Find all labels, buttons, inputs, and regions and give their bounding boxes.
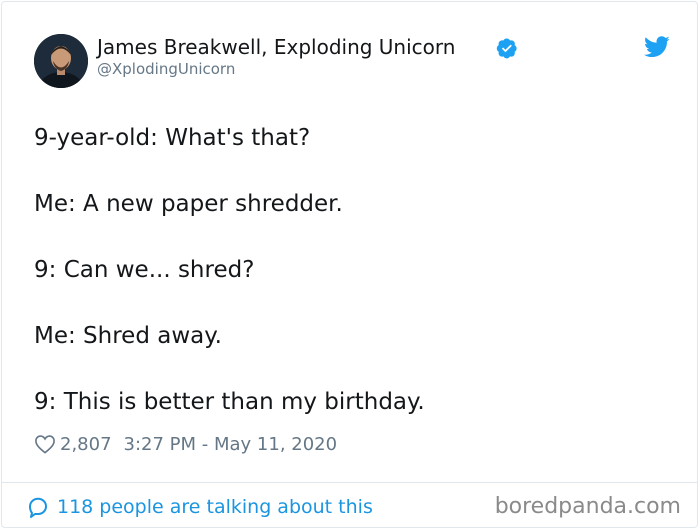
author-name[interactable]: James Breakwell, Exploding Unicorn xyxy=(97,34,455,60)
verified-badge-icon xyxy=(496,38,517,59)
tweet-text-line: 9: This is better than my birthday. xyxy=(34,389,425,415)
avatar-image xyxy=(34,34,88,88)
conversation-text[interactable]: 118 people are talking about this xyxy=(57,496,373,518)
tweet-text-line: Me: A new paper shredder. xyxy=(34,191,343,217)
tweet-text-line: 9-year-old: What's that? xyxy=(34,125,311,151)
speech-bubble-icon xyxy=(29,497,47,518)
twitter-bird-icon[interactable] xyxy=(644,36,670,58)
watermark: boredpanda.com xyxy=(494,494,681,519)
tweet-card: James Breakwell, Exploding Unicorn @Xplo… xyxy=(1,1,698,528)
heart-icon[interactable] xyxy=(34,434,56,454)
author-handle[interactable]: @XplodingUnicorn xyxy=(97,60,235,78)
tweet-text-line: Me: Shred away. xyxy=(34,323,222,349)
like-count[interactable]: 2,807 xyxy=(60,434,112,455)
tweet-text-line: 9: Can we... shred? xyxy=(34,257,255,283)
tweet-meta: 2,807 3:27 PM - May 11, 2020 xyxy=(34,430,337,458)
divider xyxy=(2,482,697,483)
tweet-timestamp[interactable]: 3:27 PM - May 11, 2020 xyxy=(124,434,338,455)
avatar[interactable] xyxy=(34,34,88,88)
conversation-link[interactable]: 118 people are talking about this xyxy=(26,493,373,521)
